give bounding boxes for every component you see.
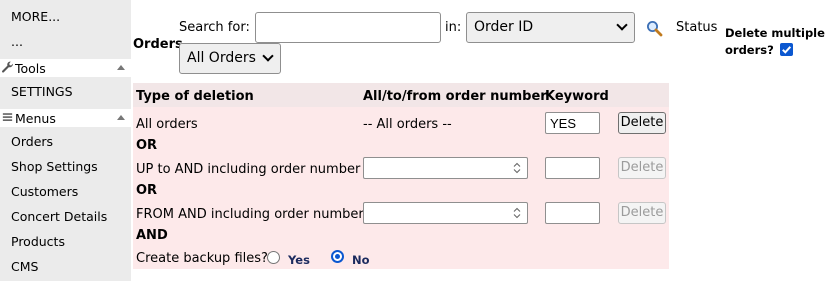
- delete-from-button[interactable]: Delete: [618, 202, 666, 224]
- menu-list-icon: [2, 113, 13, 121]
- backup-no-radio[interactable]: [331, 250, 344, 263]
- sidebar-more-link[interactable]: MORE...: [11, 9, 60, 24]
- spinner-arrows-icon[interactable]: [513, 207, 521, 219]
- search-icon[interactable]: [646, 20, 663, 37]
- sidebar-item-shop-settings[interactable]: Shop Settings: [11, 159, 98, 174]
- delete-up-to-button[interactable]: Delete: [618, 157, 666, 179]
- backup-yes-radio[interactable]: [267, 251, 280, 264]
- sidebar-item-orders[interactable]: Orders: [11, 134, 53, 149]
- delete-multiple-label-line1: Delete multiple: [725, 26, 825, 40]
- sidebar-section-menus-label: Menus: [15, 111, 56, 126]
- page-title: Orders: [133, 37, 183, 52]
- status-select-value: All Orders: [187, 50, 256, 66]
- or-separator: OR: [136, 183, 158, 198]
- spinner-arrows-icon[interactable]: [513, 162, 521, 174]
- delete-multiple-checkbox[interactable]: [780, 43, 793, 56]
- status-label: Status: [676, 20, 718, 35]
- search-field-select[interactable]: Order ID: [466, 12, 635, 43]
- chevron-down-icon: [616, 19, 628, 31]
- sidebar-section-tools[interactable]: Tools: [0, 59, 131, 77]
- sidebar-section-menus[interactable]: Menus: [0, 109, 131, 127]
- from-order-number-input[interactable]: [363, 202, 528, 224]
- or-separator: OR: [136, 138, 158, 153]
- up-to-label: UP to AND including order number: [136, 162, 361, 177]
- search-field-value: Order ID: [474, 19, 534, 35]
- from-label: FROM AND including order number: [136, 207, 364, 222]
- deletion-panel: Type of deletion All/to/from order numbe…: [133, 83, 669, 269]
- backup-yes-label: Yes: [288, 253, 310, 267]
- delete-all-orders-button[interactable]: Delete: [618, 112, 666, 134]
- column-header-type: Type of deletion: [136, 89, 254, 104]
- sidebar-item-products[interactable]: Products: [11, 234, 65, 249]
- sidebar-item-cms[interactable]: CMS: [11, 259, 38, 274]
- and-separator: AND: [136, 228, 168, 243]
- backup-label: Create backup files?: [136, 251, 268, 266]
- in-label: in:: [445, 20, 462, 35]
- all-orders-keyword-input[interactable]: [545, 112, 600, 134]
- search-input[interactable]: [255, 12, 441, 43]
- up-to-order-number-input[interactable]: [363, 157, 528, 179]
- column-header-keyword: Keyword: [545, 89, 609, 104]
- all-orders-range-text: -- All orders --: [363, 117, 452, 132]
- delete-multiple-label-line2: orders?: [725, 43, 774, 57]
- sidebar-item-customers[interactable]: Customers: [11, 184, 78, 199]
- wrench-icon: [1, 61, 13, 73]
- backup-no-label: No: [352, 253, 370, 267]
- status-select[interactable]: All Orders: [179, 43, 281, 74]
- up-to-keyword-input[interactable]: [545, 157, 600, 179]
- sidebar: MORE... ... Tools SETTINGS Menus Orders …: [0, 0, 131, 281]
- search-label: Search for:: [179, 20, 250, 35]
- from-keyword-input[interactable]: [545, 202, 600, 224]
- sidebar-item-concert-details[interactable]: Concert Details: [11, 209, 107, 224]
- collapse-caret-icon[interactable]: [117, 115, 125, 120]
- sidebar-item-settings[interactable]: SETTINGS: [11, 84, 73, 99]
- chevron-down-icon: [262, 50, 274, 62]
- all-orders-label: All orders: [136, 117, 198, 132]
- sidebar-ellipsis-link[interactable]: ...: [11, 34, 23, 49]
- checkmark-icon: [782, 46, 792, 54]
- sidebar-section-tools-label: Tools: [15, 61, 46, 76]
- collapse-caret-icon[interactable]: [117, 65, 125, 70]
- column-header-order-number: All/to/from order number: [363, 89, 547, 104]
- table-header-row: Type of deletion All/to/from order numbe…: [133, 83, 669, 107]
